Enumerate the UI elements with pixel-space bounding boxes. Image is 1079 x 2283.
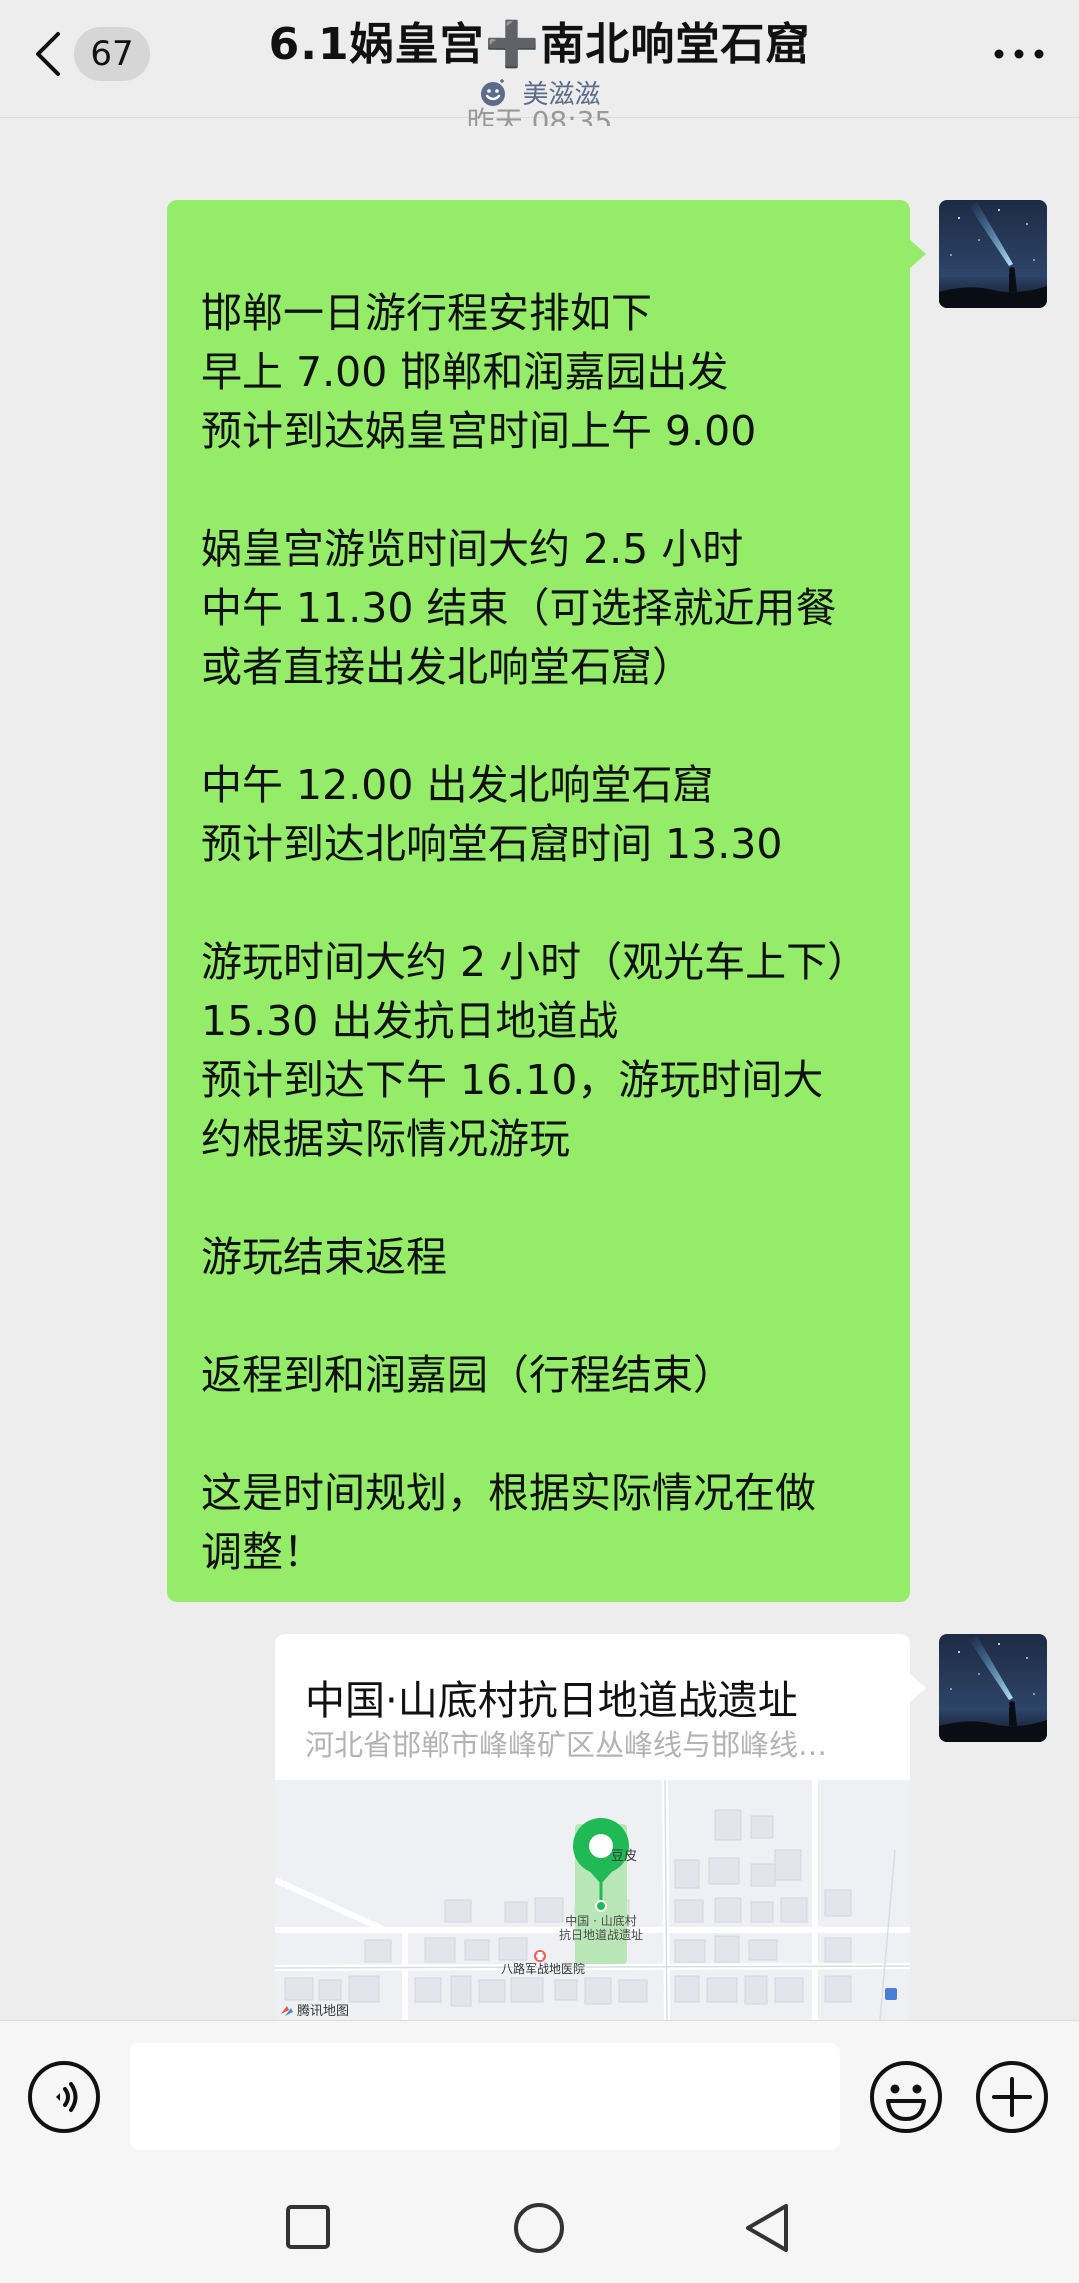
map-poi-top: 豆皮 (611, 1849, 638, 1864)
message-line: 15.30 出发抗日地道战 (201, 997, 619, 1045)
message-line: 或者直接出发北响堂石窟） (201, 643, 693, 691)
message-line: 预计到达北响堂石窟时间 13.30 (201, 820, 783, 868)
location-address: 河北省邯郸市峰峰矿区丛峰线与邯峰线… (305, 1728, 828, 1762)
back-button[interactable]: 67 (30, 24, 170, 84)
system-navigation-bar (0, 2171, 1079, 2283)
message-input-bar (0, 2020, 1079, 2171)
map-pin-label: 中国 · 山底村 抗日地道战遗址 (541, 1914, 661, 1942)
map-brand: 腾讯地图 (297, 2004, 350, 2019)
message-line (201, 697, 880, 756)
starry-avatar-image (939, 1634, 1047, 1742)
message-line (201, 874, 880, 933)
message-line: 这是时间规划，根据实际情况在做 (201, 1469, 816, 1517)
message-line: 中午 11.30 结束（可选择就近用餐 (201, 584, 837, 632)
message-line: 返程到和润嘉园（行程结束） (201, 1351, 734, 1399)
message-text-input[interactable] (130, 2043, 840, 2150)
emoji-icon[interactable] (868, 2059, 944, 2135)
location-message-card[interactable]: 中国·山底村抗日地道战遗址 河北省邯郸市峰峰矿区丛峰线与邯峰线… 豆皮 中国 ·… (275, 1634, 910, 2020)
message-timestamp: 昨天 08:35 (466, 105, 613, 126)
triangle-back-icon[interactable] (742, 2201, 792, 2255)
map-pin-label-line2: 抗日地道战遗址 (558, 1928, 643, 1942)
map-pin-label-line1: 中国 · 山底村 (565, 1914, 637, 1928)
message-line (201, 1169, 880, 1228)
message-line (201, 1405, 880, 1464)
square-icon[interactable] (284, 2203, 332, 2251)
message-line: 预计到达娲皇宫时间上午 9.00 (201, 407, 757, 455)
location-title: 中国·山底村抗日地道战遗址 (305, 1678, 798, 1724)
message-line: 游玩结束返程 (201, 1233, 447, 1281)
voice-icon[interactable] (26, 2059, 102, 2135)
message-line: 游玩时间大约 2 小时（观光车上下） (201, 938, 869, 986)
more-dots-icon[interactable] (989, 36, 1049, 72)
plus-icon[interactable] (974, 2059, 1050, 2135)
bubble-tail (910, 1674, 926, 1702)
circle-icon[interactable] (512, 2201, 566, 2255)
text-message-bubble[interactable]: 邯郸一日游行程安排如下 早上 7.00 邯郸和润嘉园出发 预计到达娲皇宫时间上午… (167, 200, 926, 1602)
chat-title: 6.1娲皇宫➕南北响堂石窟 (268, 19, 811, 70)
map-preview[interactable]: 豆皮 中国 · 山底村 抗日地道战遗址 八路军战地医院 腾讯地图 (275, 1780, 910, 2020)
map-graphic (275, 1780, 910, 2020)
message-line: 邯郸一日游行程安排如下 (201, 289, 652, 337)
message-line: 早上 7.00 邯郸和润嘉园出发 (201, 348, 729, 396)
chevron-left-icon (36, 32, 60, 76)
message-line: 娲皇宫游览时间大约 2.5 小时 (201, 525, 744, 573)
unread-count-badge: 67 (74, 27, 150, 81)
message-line (201, 1287, 880, 1346)
message-line: 中午 12.00 出发北响堂石窟 (201, 761, 714, 809)
message-line: 约根据实际情况游玩 (201, 1115, 570, 1163)
message-line: 预计到达下午 16.10，游玩时间大 (201, 1056, 824, 1104)
message-line: 调整！ (201, 1528, 324, 1576)
sender-avatar[interactable] (939, 200, 1047, 308)
starry-avatar-image (939, 200, 1047, 308)
map-poi-hospital: 八路军战地医院 (501, 1962, 586, 1976)
message-line (201, 461, 880, 520)
sender-avatar[interactable] (939, 1634, 1047, 1742)
